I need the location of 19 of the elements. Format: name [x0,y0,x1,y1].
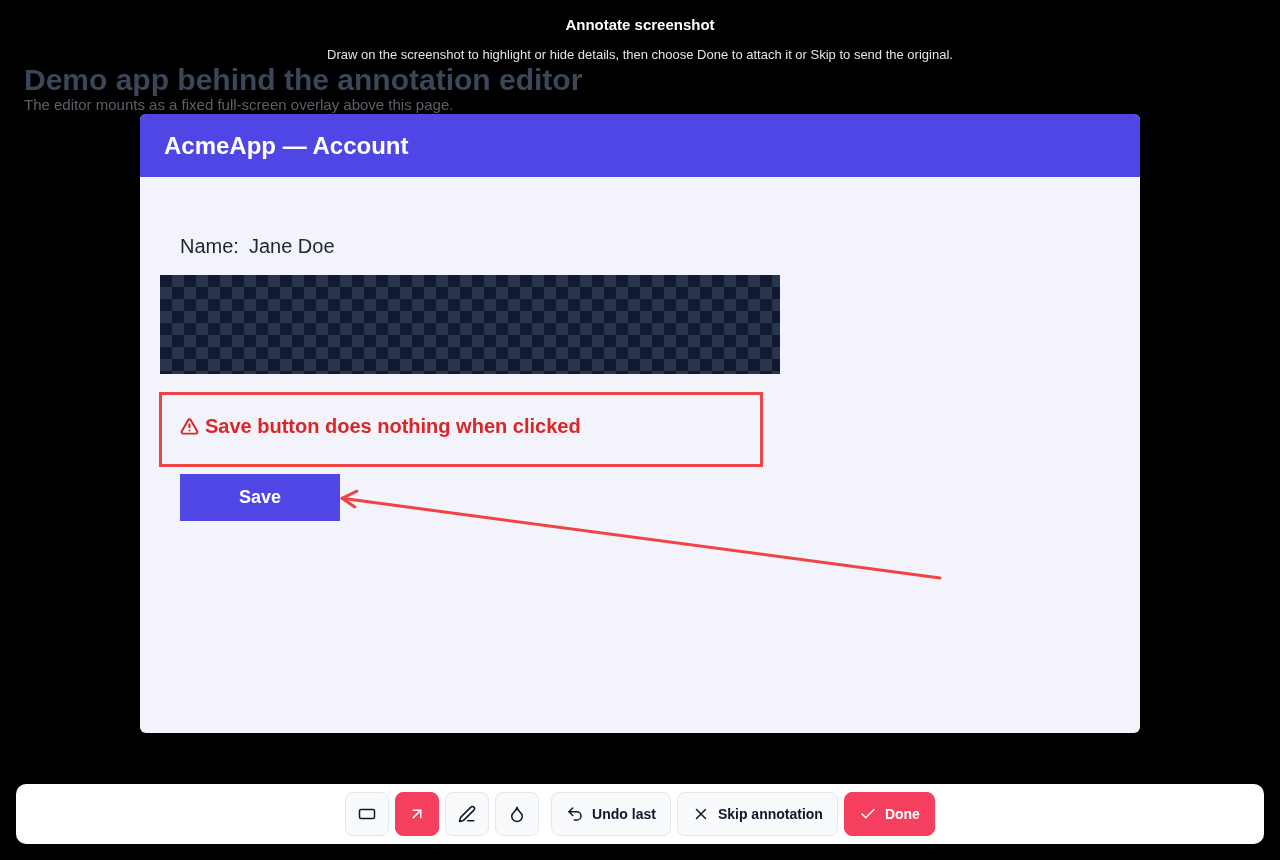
pen-tool-button[interactable] [445,792,490,836]
dialog-title: Annotate screenshot [565,16,715,34]
warning-message: Save button does nothing when clicked [205,414,581,438]
warning-icon [180,416,199,436]
app-header-title: AcmeApp — Account [140,114,1140,177]
blur-tool-button[interactable] [495,792,540,836]
name-label: Name: [180,234,239,258]
pen-icon [458,805,477,823]
undo-icon [566,805,585,823]
done-button[interactable]: Done [843,792,935,836]
page-heading: Demo app behind the annotation editor [24,65,583,95]
save-button[interactable]: Save [180,474,340,521]
dialog-instructions: Draw on the screenshot to highlight or hide details, then choose Done to attach it or Skip to send the original. [327,47,953,63]
arrow-tool-button[interactable] [395,792,440,836]
undo-button[interactable]: Undo last [551,792,671,836]
name-value: Jane Doe [248,234,335,258]
rectangle-tool-button[interactable] [345,792,390,836]
page-description: The editor mounts as a fixed full-screen overlay above this page. [24,96,454,113]
skip-button[interactable]: Skip annotation [676,792,838,836]
